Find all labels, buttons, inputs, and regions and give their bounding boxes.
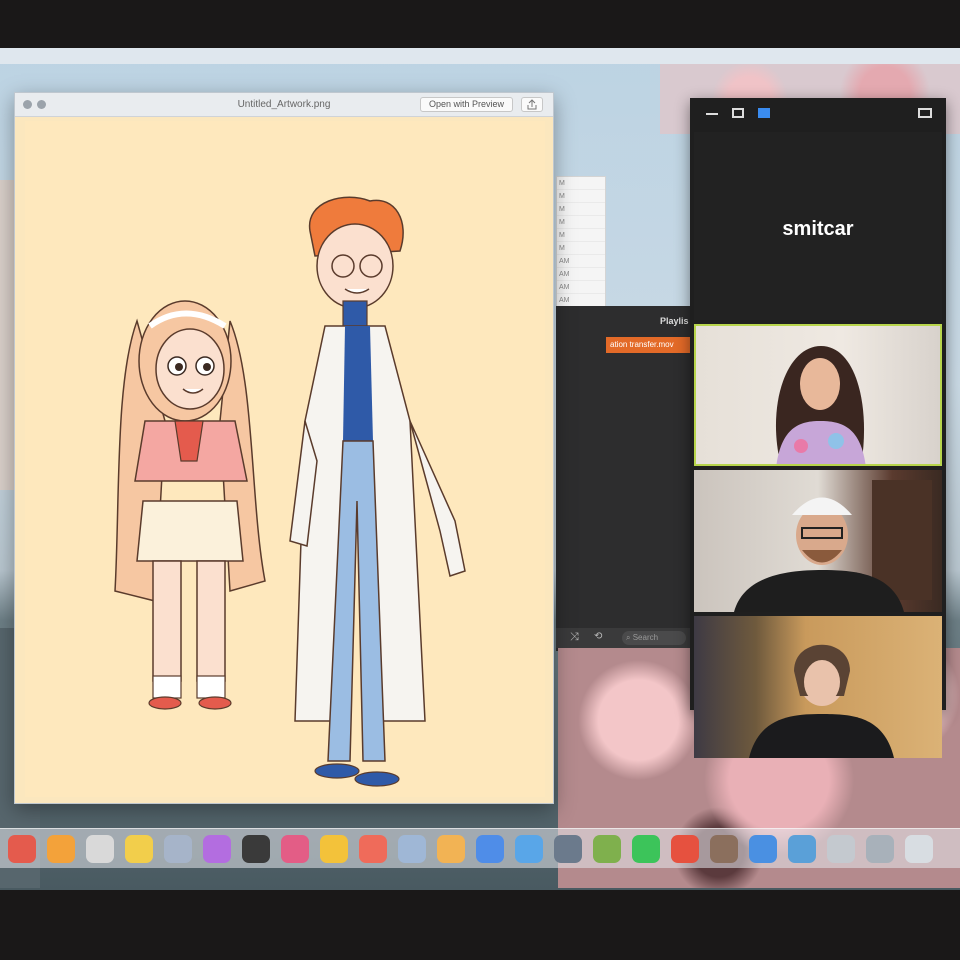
menu-bar <box>0 48 960 64</box>
media-search-input[interactable]: ⌕ Search <box>622 631 686 645</box>
participant-name: smitcar <box>782 218 854 240</box>
search-icon: ⌕ <box>626 633 631 642</box>
participant-tile[interactable] <box>694 616 942 758</box>
list-item[interactable]: M <box>557 177 605 190</box>
boy-character <box>289 196 466 787</box>
dock-app-icon[interactable] <box>476 835 504 863</box>
list-item[interactable]: AM <box>557 268 605 281</box>
dock-app-icon[interactable] <box>125 835 153 863</box>
dock-app-icon[interactable] <box>437 835 465 863</box>
participant-tile-active-speaker[interactable] <box>694 324 942 466</box>
dock-app-icon[interactable] <box>827 835 855 863</box>
dock-app-icon[interactable] <box>8 835 36 863</box>
dock <box>0 828 960 868</box>
participant-tile[interactable]: smitcar <box>694 132 942 320</box>
preview-window: Untitled_Artwork.png Open with Preview <box>14 92 554 804</box>
zoom-toolbar <box>690 98 946 128</box>
list-item[interactable]: M <box>557 216 605 229</box>
dock-app-icon[interactable] <box>632 835 660 863</box>
playlist-item-selected[interactable]: ation transfer.mov <box>606 337 690 353</box>
dock-app-icon[interactable] <box>47 835 75 863</box>
participant-video <box>749 644 894 758</box>
dock-app-icon[interactable] <box>398 835 426 863</box>
shuffle-icon[interactable]: ⤨ <box>570 631 579 644</box>
zoom-gallery-panel: smitcar <box>690 98 946 758</box>
window-icon[interactable] <box>732 108 744 118</box>
participant-video <box>775 346 866 464</box>
participant-video <box>734 480 932 612</box>
dock-app-icon[interactable] <box>671 835 699 863</box>
dock-app-icon[interactable] <box>164 835 192 863</box>
dock-app-icon[interactable] <box>593 835 621 863</box>
background-media-player <box>556 306 690 651</box>
laptop-screen: MMMMMMAMAMAMAMPMPMPMPMPMPMPMPM Playlis a… <box>0 48 960 890</box>
exit-fullscreen-icon[interactable] <box>918 108 932 118</box>
dock-app-icon[interactable] <box>359 835 387 863</box>
dock-app-icon[interactable] <box>749 835 777 863</box>
dock-app-icon[interactable] <box>320 835 348 863</box>
dock-app-icon[interactable] <box>281 835 309 863</box>
open-with-preview-button[interactable]: Open with Preview <box>419 97 513 112</box>
dock-app-icon[interactable] <box>203 835 231 863</box>
list-item[interactable]: M <box>557 242 605 255</box>
artwork-image <box>25 121 545 797</box>
grid-view-icon[interactable] <box>758 108 770 118</box>
dock-app-icon[interactable] <box>905 835 933 863</box>
dock-app-icon[interactable] <box>86 835 114 863</box>
share-icon[interactable] <box>521 97 543 112</box>
list-item[interactable]: M <box>557 190 605 203</box>
minimize-icon[interactable] <box>706 113 718 115</box>
photo-frame: MMMMMMAMAMAMAMPMPMPMPMPMPMPMPM Playlis a… <box>0 0 960 960</box>
list-item[interactable]: M <box>557 203 605 216</box>
media-search-placeholder: Search <box>632 633 659 642</box>
dock-app-icon[interactable] <box>788 835 816 863</box>
girl-character <box>114 300 266 710</box>
loop-icon[interactable]: ⟲ <box>594 631 602 642</box>
participant-tile[interactable] <box>694 470 942 612</box>
list-item[interactable]: AM <box>557 255 605 268</box>
media-player-toolbar: ⤨ ⟲ ⌕ Search <box>556 628 690 648</box>
dock-app-icon[interactable] <box>554 835 582 863</box>
playlist-label: Playlis <box>660 316 689 326</box>
list-item[interactable]: AM <box>557 281 605 294</box>
dock-app-icon[interactable] <box>710 835 738 863</box>
preview-titlebar[interactable]: Untitled_Artwork.png Open with Preview <box>15 93 553 117</box>
dock-app-icon[interactable] <box>866 835 894 863</box>
dock-app-icon[interactable] <box>515 835 543 863</box>
dock-app-icon[interactable] <box>242 835 270 863</box>
list-item[interactable]: M <box>557 229 605 242</box>
